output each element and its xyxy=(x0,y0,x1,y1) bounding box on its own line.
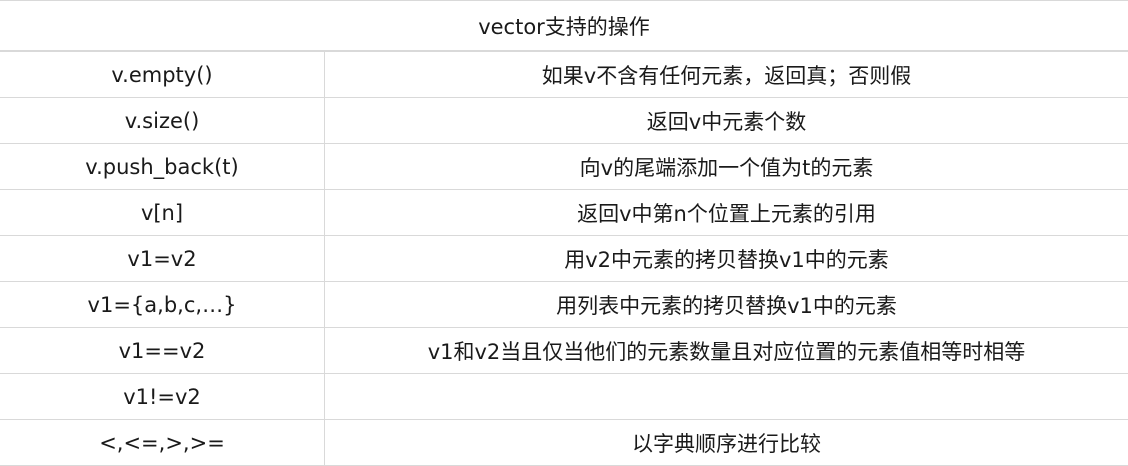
operation-cell[interactable]: v1=v2 xyxy=(0,236,325,281)
operation-cell[interactable]: v[n] xyxy=(0,190,325,235)
description-cell[interactable]: 用v2中元素的拷贝替换v1中的元素 xyxy=(325,236,1128,281)
table-title-row: vector支持的操作 xyxy=(0,0,1128,51)
operation-cell[interactable]: v1={a,b,c,…} xyxy=(0,282,325,327)
table-row: v1==v2 v1和v2当且仅当他们的元素数量且对应位置的元素值相等时相等 xyxy=(0,328,1128,374)
table-row: v1!=v2 xyxy=(0,374,1128,420)
operation-cell[interactable]: v.size() xyxy=(0,98,325,143)
operation-cell[interactable]: v.empty() xyxy=(0,52,325,97)
table-row: v.push_back(t) 向v的尾端添加一个值为t的元素 xyxy=(0,144,1128,190)
table-row: v1=v2 用v2中元素的拷贝替换v1中的元素 xyxy=(0,236,1128,282)
description-cell[interactable]: v1和v2当且仅当他们的元素数量且对应位置的元素值相等时相等 xyxy=(325,328,1128,373)
table-row: v[n] 返回v中第n个位置上元素的引用 xyxy=(0,190,1128,236)
description-cell[interactable]: 返回v中元素个数 xyxy=(325,98,1128,143)
description-cell[interactable] xyxy=(325,374,1128,419)
operation-cell[interactable]: <,<=,>,>= xyxy=(0,420,325,465)
description-cell[interactable]: 以字典顺序进行比较 xyxy=(325,420,1128,465)
table-row: v1={a,b,c,…} 用列表中元素的拷贝替换v1中的元素 xyxy=(0,282,1128,328)
table-row: v.empty() 如果v不含有任何元素，返回真；否则假 xyxy=(0,51,1128,98)
spreadsheet-table: vector支持的操作 v.empty() 如果v不含有任何元素，返回真；否则假… xyxy=(0,0,1128,466)
operation-cell[interactable]: v.push_back(t) xyxy=(0,144,325,189)
table-row: v.size() 返回v中元素个数 xyxy=(0,98,1128,144)
description-cell[interactable]: 返回v中第n个位置上元素的引用 xyxy=(325,190,1128,235)
operation-cell[interactable]: v1==v2 xyxy=(0,328,325,373)
description-cell[interactable]: 用列表中元素的拷贝替换v1中的元素 xyxy=(325,282,1128,327)
table-title-cell[interactable]: vector支持的操作 xyxy=(0,1,1128,50)
description-cell[interactable]: 如果v不含有任何元素，返回真；否则假 xyxy=(325,52,1128,97)
table-row: <,<=,>,>= 以字典顺序进行比较 xyxy=(0,420,1128,466)
description-cell[interactable]: 向v的尾端添加一个值为t的元素 xyxy=(325,144,1128,189)
operation-cell[interactable]: v1!=v2 xyxy=(0,374,325,419)
